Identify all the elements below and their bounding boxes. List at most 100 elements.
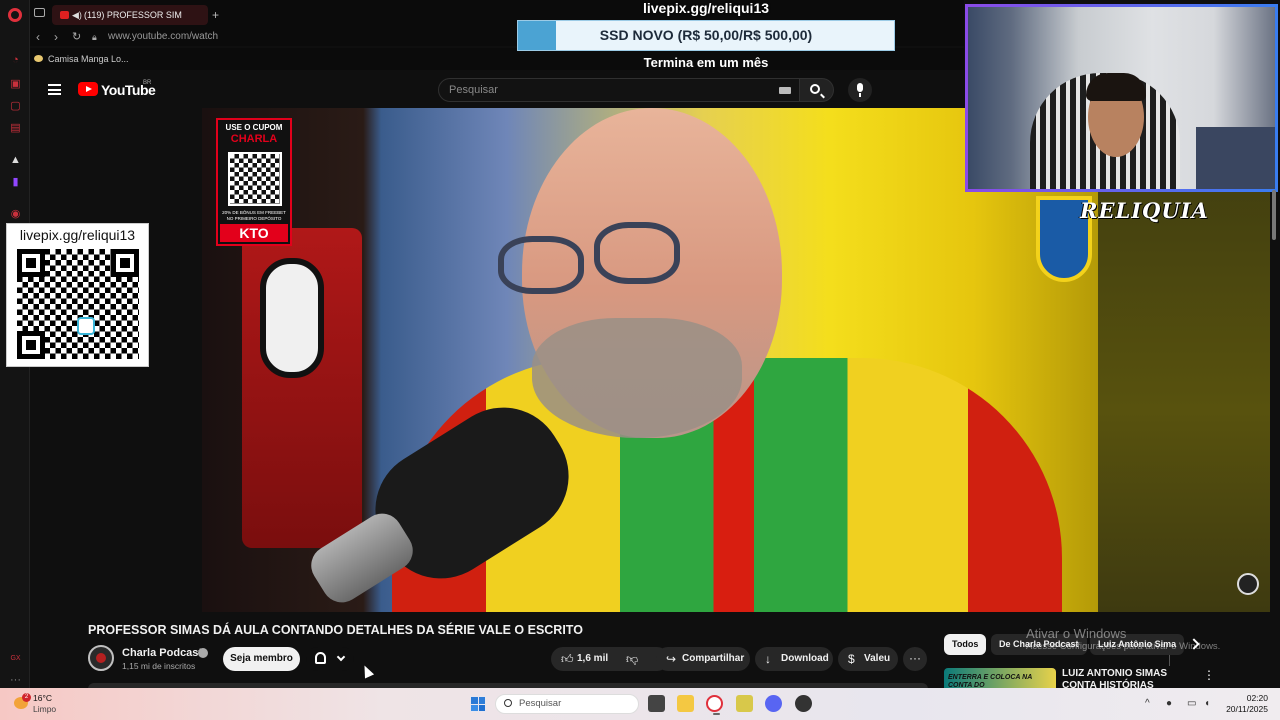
task-view-icon[interactable] [648, 695, 665, 712]
tray-overflow-icon[interactable]: ^ [1145, 698, 1150, 710]
glasses-right [594, 222, 680, 284]
goal-title: livepix.gg/reliqui13 [642, 0, 770, 16]
glasses-left [498, 236, 584, 294]
network-icon[interactable]: ▭ [1187, 698, 1196, 710]
clock-time[interactable]: 02:20 [1230, 693, 1268, 703]
notification-badge: 2 [22, 693, 31, 702]
weather-condition[interactable]: Limpo [33, 704, 56, 714]
like-button[interactable]: 👍︎ 1,6 mil [551, 647, 1170, 671]
youtube-favicon-icon [60, 11, 69, 19]
youtube-logo-icon[interactable] [78, 82, 98, 96]
streamer-hair [1086, 73, 1146, 101]
reload-icon[interactable]: ↻ [72, 29, 81, 45]
goal-subtitle: Termina em um mês [643, 55, 769, 70]
qr-finder-bottom-left [17, 331, 45, 359]
voice-search-button[interactable] [848, 78, 872, 102]
thanks-button[interactable]: $ Valeu [838, 647, 898, 671]
activate-windows-title: Ativar o Windows [1026, 626, 1127, 641]
sidebar-twitch-icon[interactable]: ▮ [9, 176, 22, 189]
forward-icon[interactable]: › [54, 29, 58, 45]
sidebar-player-icon[interactable]: ◉ [9, 208, 22, 221]
more-actions-button[interactable]: ··· [903, 647, 927, 671]
speaker-icon[interactable]: ◀) [72, 5, 82, 25]
url-field[interactable]: www.youtube.com/watch [108, 30, 218, 44]
taskbar-search-icon [504, 699, 512, 707]
related-more-icon[interactable]: ⋮ [1203, 668, 1215, 682]
volume-icon[interactable]: ◖ [1204, 698, 1210, 710]
sidebar-shopping-icon[interactable]: ▣ [9, 78, 22, 91]
qr-label: livepix.gg/reliqui13 [19, 227, 136, 243]
sidebar-gx-icon[interactable]: GX [9, 652, 22, 665]
chip-all[interactable]: Todos [944, 634, 987, 655]
windows-start-icon[interactable] [470, 696, 486, 712]
coupon-banner: USE O CUPOM CHARLA 20% DE BÔNUS EM FREEB… [216, 118, 292, 246]
share-button[interactable]: ↪ Compartilhar [656, 647, 750, 671]
related-thumb-text: ENTERRA E COLOCA NA CONTA DO [948, 674, 1032, 688]
taskbar-search-label: Pesquisar [519, 698, 562, 709]
share-label: Compartilhar [682, 653, 745, 664]
tray-mic-icon[interactable]: ● [1166, 698, 1172, 710]
coupon-brand: KTO [220, 224, 288, 242]
sidebar-more-icon[interactable]: ··· [9, 674, 22, 687]
tab-youtube-video[interactable]: ◀) (119) PROFESSOR SIM [52, 5, 208, 25]
weather-temperature[interactable]: 16°C [33, 693, 52, 703]
search-box [438, 78, 800, 102]
download-label: Download [781, 653, 829, 664]
activate-windows-watermark: Ativar o Windows Acesse Configurações pa… [1026, 626, 1220, 653]
sidebar-aria-icon[interactable]: ▲ [9, 154, 22, 167]
sidebar-speed-dial-icon[interactable]: ◔ [9, 54, 22, 67]
sidebar-mail-icon[interactable]: ▤ [9, 122, 22, 135]
search-input[interactable] [449, 79, 769, 101]
hamburger-icon[interactable] [48, 84, 61, 95]
discord-icon[interactable] [765, 695, 782, 712]
download-icon: ↓ [765, 652, 771, 666]
channel-name[interactable]: Charla Podcast [122, 646, 202, 660]
related-video-title[interactable]: LUIZ ANTONIO SIMAS CONTA HISTÓRIAS GENIA… [1062, 668, 1197, 688]
livepix-qr-code [17, 249, 139, 359]
speaker-beard [532, 318, 742, 438]
qr-finder-top-right [111, 249, 139, 277]
keyboard-icon[interactable] [779, 87, 791, 94]
thanks-icon: $ [848, 652, 855, 666]
thanks-label: Valeu [864, 653, 891, 664]
scrollbar-thumb[interactable] [1272, 190, 1276, 240]
back-icon[interactable]: ‹ [36, 29, 40, 45]
coupon-qr-code [228, 152, 282, 206]
workspaces-icon[interactable] [34, 8, 45, 17]
download-button[interactable]: ↓ Download [755, 647, 833, 671]
webcam-overlay [965, 4, 1278, 192]
clock-date[interactable]: 20/11/2025 [1222, 704, 1268, 714]
livepix-logo-icon [77, 317, 95, 335]
subscription-bell-button[interactable] [306, 647, 354, 671]
activate-windows-subtitle: Acesse Configurações para ativar o Windo… [1026, 641, 1221, 652]
search-button[interactable] [800, 78, 834, 102]
coupon-code: CHARLA [230, 133, 278, 145]
new-tab-button[interactable]: + [212, 5, 219, 25]
livepix-qr-card: livepix.gg/reliqui13 [6, 223, 149, 367]
obs-icon[interactable] [795, 695, 812, 712]
file-explorer-icon[interactable] [677, 695, 694, 712]
opera-gx-taskbar-icon[interactable] [706, 695, 723, 715]
coupon-fineprint: 20% DE BÔNUS EM FREEBET NO PRIMEIRO DEPÓ… [222, 210, 286, 221]
verified-icon [198, 648, 208, 658]
sidebar-messenger-icon[interactable]: ▢ [9, 100, 22, 113]
channel-avatar[interactable] [88, 645, 114, 671]
channel-watermark-icon[interactable] [1237, 573, 1259, 595]
milan-crest [260, 258, 324, 378]
dislike-icon[interactable]: 👎︎ [626, 652, 638, 666]
bookmark-item[interactable]: Camisa Manga Lo... [34, 52, 129, 66]
opera-logo-icon[interactable] [8, 8, 22, 22]
video-title: PROFESSOR SIMAS DÁ AULA CONTANDO DETALHE… [88, 623, 583, 637]
chevron-down-icon [336, 652, 346, 662]
coupon-heading: USE O CUPOM [225, 123, 283, 132]
join-button[interactable]: Seja membro [223, 647, 300, 671]
video-player[interactable] [202, 108, 1098, 612]
lock-icon: 🔒︎ [92, 32, 97, 42]
windows-taskbar: 2 16°C Limpo Pesquisar ^ ● ▭ ◖ 02:20 20/… [0, 688, 1280, 720]
taskbar-search[interactable]: Pesquisar [495, 694, 639, 714]
notes-app-icon[interactable] [736, 695, 753, 712]
goal-progress-text: SSD NOVO (R$ 50,00/R$ 500,00) [599, 27, 813, 43]
related-video-thumbnail[interactable]: ENTERRA E COLOCA NA CONTA DO [944, 668, 1056, 688]
mouse-cursor-icon [359, 663, 375, 679]
share-icon: ↪ [666, 652, 677, 666]
